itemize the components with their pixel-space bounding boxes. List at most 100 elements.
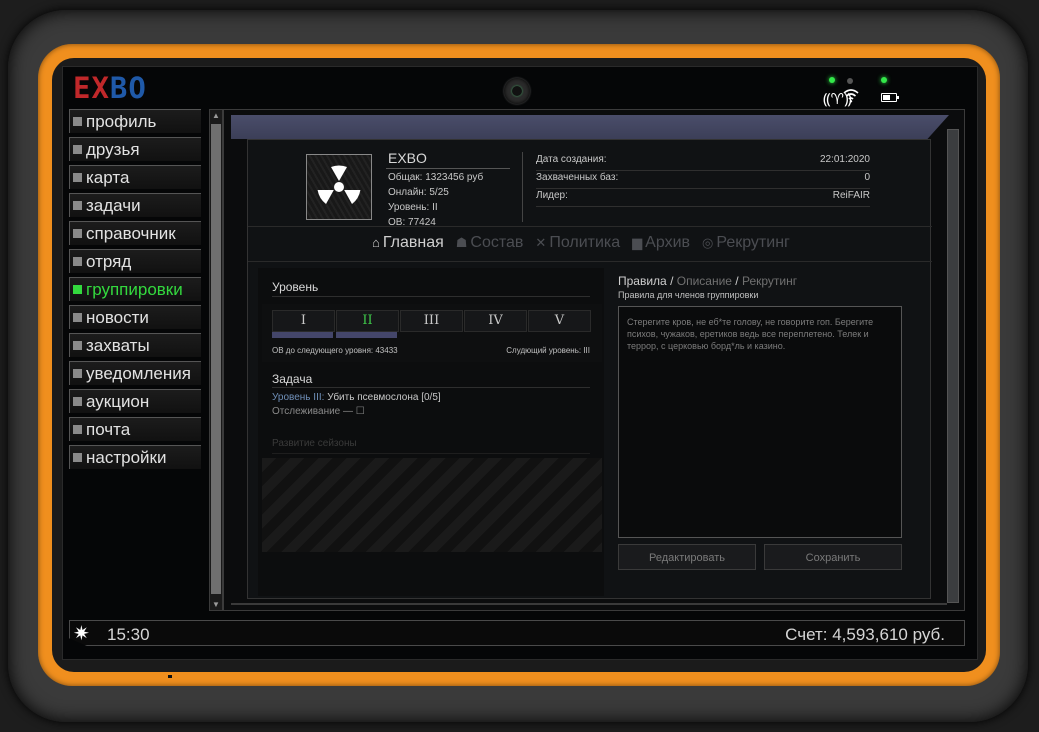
sidebar-item[interactable]: уведомления	[69, 361, 201, 385]
content-scrollbar[interactable]	[947, 129, 959, 603]
bullet-icon	[73, 117, 82, 126]
meta-label: Захваченных баз:	[536, 172, 619, 183]
tab-label: Рекрутинг	[716, 234, 790, 251]
save-button[interactable]: Сохранить	[764, 544, 902, 570]
task-level: Уровень III:	[272, 392, 325, 403]
group-content-panel: EXBO Общак: 1323456 руб Онлайн: 5/25 Уро…	[247, 139, 932, 599]
tab[interactable]: ☗ Состав	[456, 234, 524, 252]
recruit-icon: ◎	[702, 235, 714, 250]
tab[interactable]: ✕ Политика	[535, 234, 620, 252]
bullet-icon	[73, 201, 82, 210]
wifi-led	[847, 78, 853, 84]
clock: 15:30	[107, 625, 150, 644]
sidebar-item[interactable]: новости	[69, 305, 201, 329]
sidebar-item-label: друзья	[86, 140, 140, 159]
header-divider	[522, 152, 523, 222]
sidebar-item[interactable]: группировки	[69, 277, 201, 301]
meta-label: Дата создания:	[536, 154, 607, 165]
meta-captured: Захваченных баз: 0	[536, 172, 870, 188]
sidebar-item-label: отряд	[86, 252, 132, 271]
group-level: Уровень: II	[388, 202, 438, 213]
home-icon: ⌂	[372, 235, 380, 250]
sidebar-item-label: захваты	[86, 336, 150, 355]
sidebar-item[interactable]: захваты	[69, 333, 201, 357]
sidebar-item-label: аукцион	[86, 392, 150, 411]
signal-led	[829, 77, 835, 83]
sidebar-scrollbar[interactable]: ▲ ▼	[209, 109, 223, 611]
sidebar-item[interactable]: аукцион	[69, 389, 201, 413]
content-bottom-line	[231, 603, 947, 605]
section-underline	[272, 296, 590, 297]
section-underline	[272, 387, 590, 388]
rules-tab-separator: /	[666, 274, 677, 288]
level-cell: III	[400, 310, 463, 332]
task-title: Задача	[272, 372, 313, 386]
bullet-icon	[73, 173, 82, 182]
sidebar-item[interactable]: профиль	[69, 109, 201, 133]
level-progress-bar	[272, 332, 333, 338]
level-selector: I II III IV V	[272, 310, 592, 340]
task-tracking-toggle[interactable]: Отслеживание — ☐	[272, 406, 365, 417]
scroll-thumb[interactable]	[211, 124, 221, 594]
account-balance: Счет: 4,593,610 руб.	[785, 625, 945, 644]
edit-button[interactable]: Редактировать	[618, 544, 756, 570]
ob-to-next-level: ОВ до следующего уровня: 43433	[272, 346, 398, 355]
politics-icon: ✕	[535, 235, 547, 250]
status-icons: ⸨♈⸩	[821, 77, 901, 108]
sidebar-item[interactable]: карта	[69, 165, 201, 189]
tab-recruiting[interactable]: Рекрутинг	[742, 274, 797, 288]
tab[interactable]: ⌂ Главная	[372, 234, 444, 252]
battery-icon	[881, 93, 899, 102]
tab[interactable]: ◎ Рекрутинг	[702, 234, 790, 252]
rules-textarea[interactable]: Стерегите кров, не еб*те голову, не гово…	[618, 306, 902, 538]
level-cell: IV	[464, 310, 527, 332]
next-level: Слудющий уровень: III	[506, 346, 590, 355]
group-emblem	[306, 154, 372, 220]
wifi-icon	[843, 89, 859, 103]
tab-description[interactable]: Описание	[677, 274, 732, 288]
meta-separator	[536, 206, 870, 207]
meta-value: 22:01:2020	[819, 154, 870, 165]
bullet-icon	[73, 257, 82, 266]
sidebar-item-label: группировки	[86, 280, 183, 299]
bullet-icon	[73, 425, 82, 434]
members-icon: ☗	[455, 235, 468, 250]
meta-leader: Лидер: ReiFAIR	[536, 190, 870, 206]
logo-part-ex: EX	[73, 71, 110, 105]
group-online: Онлайн: 5/25	[388, 187, 449, 198]
tab-label: Архив	[645, 234, 690, 251]
sidebar-item[interactable]: отряд	[69, 249, 201, 273]
group-tabs: ⌂ Главная ☗ Состав ✕ Политика ▆ Архив ◎ Рекрутинг	[372, 234, 802, 256]
sidebar-item-label: профиль	[86, 112, 157, 131]
group-name: EXBO	[388, 150, 427, 166]
level-area: I II III IV V ОВ до следующего уровня: 43433…	[262, 304, 602, 362]
tab-label: Состав	[470, 234, 524, 251]
meta-value: ReiFAIR	[832, 190, 870, 201]
sidebar-item[interactable]: справочник	[69, 221, 201, 245]
header-band	[231, 115, 949, 139]
tab-rules[interactable]: Правила	[618, 274, 667, 288]
sun-icon[interactable]: ✷	[73, 624, 90, 644]
sidebar-item[interactable]: задачи	[69, 193, 201, 217]
scroll-down-icon[interactable]: ▼	[211, 600, 221, 609]
speaker-dot	[168, 675, 172, 678]
sidebar-item[interactable]: друзья	[69, 137, 201, 161]
bullet-icon	[73, 313, 82, 322]
meta-separator	[536, 188, 870, 189]
rules-tab-separator: /	[731, 274, 742, 288]
logo-part-bo: BO	[109, 71, 147, 105]
sidebar-item[interactable]: почта	[69, 417, 201, 441]
bullet-icon	[73, 453, 82, 462]
meta-label: Лидер:	[536, 190, 568, 201]
tab[interactable]: ▆ Архив	[632, 234, 690, 252]
screen: EXBO ⸨♈⸩ профиль друзья карта задачи справоч…	[62, 66, 978, 660]
exbo-logo: EXBO	[73, 71, 147, 107]
season-development: Развитие сейзоны	[272, 438, 357, 449]
meta-separator	[536, 170, 870, 171]
tabs-bottom-line	[248, 261, 932, 262]
scroll-up-icon[interactable]: ▲	[211, 111, 221, 120]
section-underline	[272, 453, 590, 454]
tabs-top-line	[248, 226, 932, 227]
rules-column: Правила / Описание / Рекрутинг Правила д…	[618, 268, 918, 596]
sidebar-item[interactable]: настройки	[69, 445, 201, 469]
